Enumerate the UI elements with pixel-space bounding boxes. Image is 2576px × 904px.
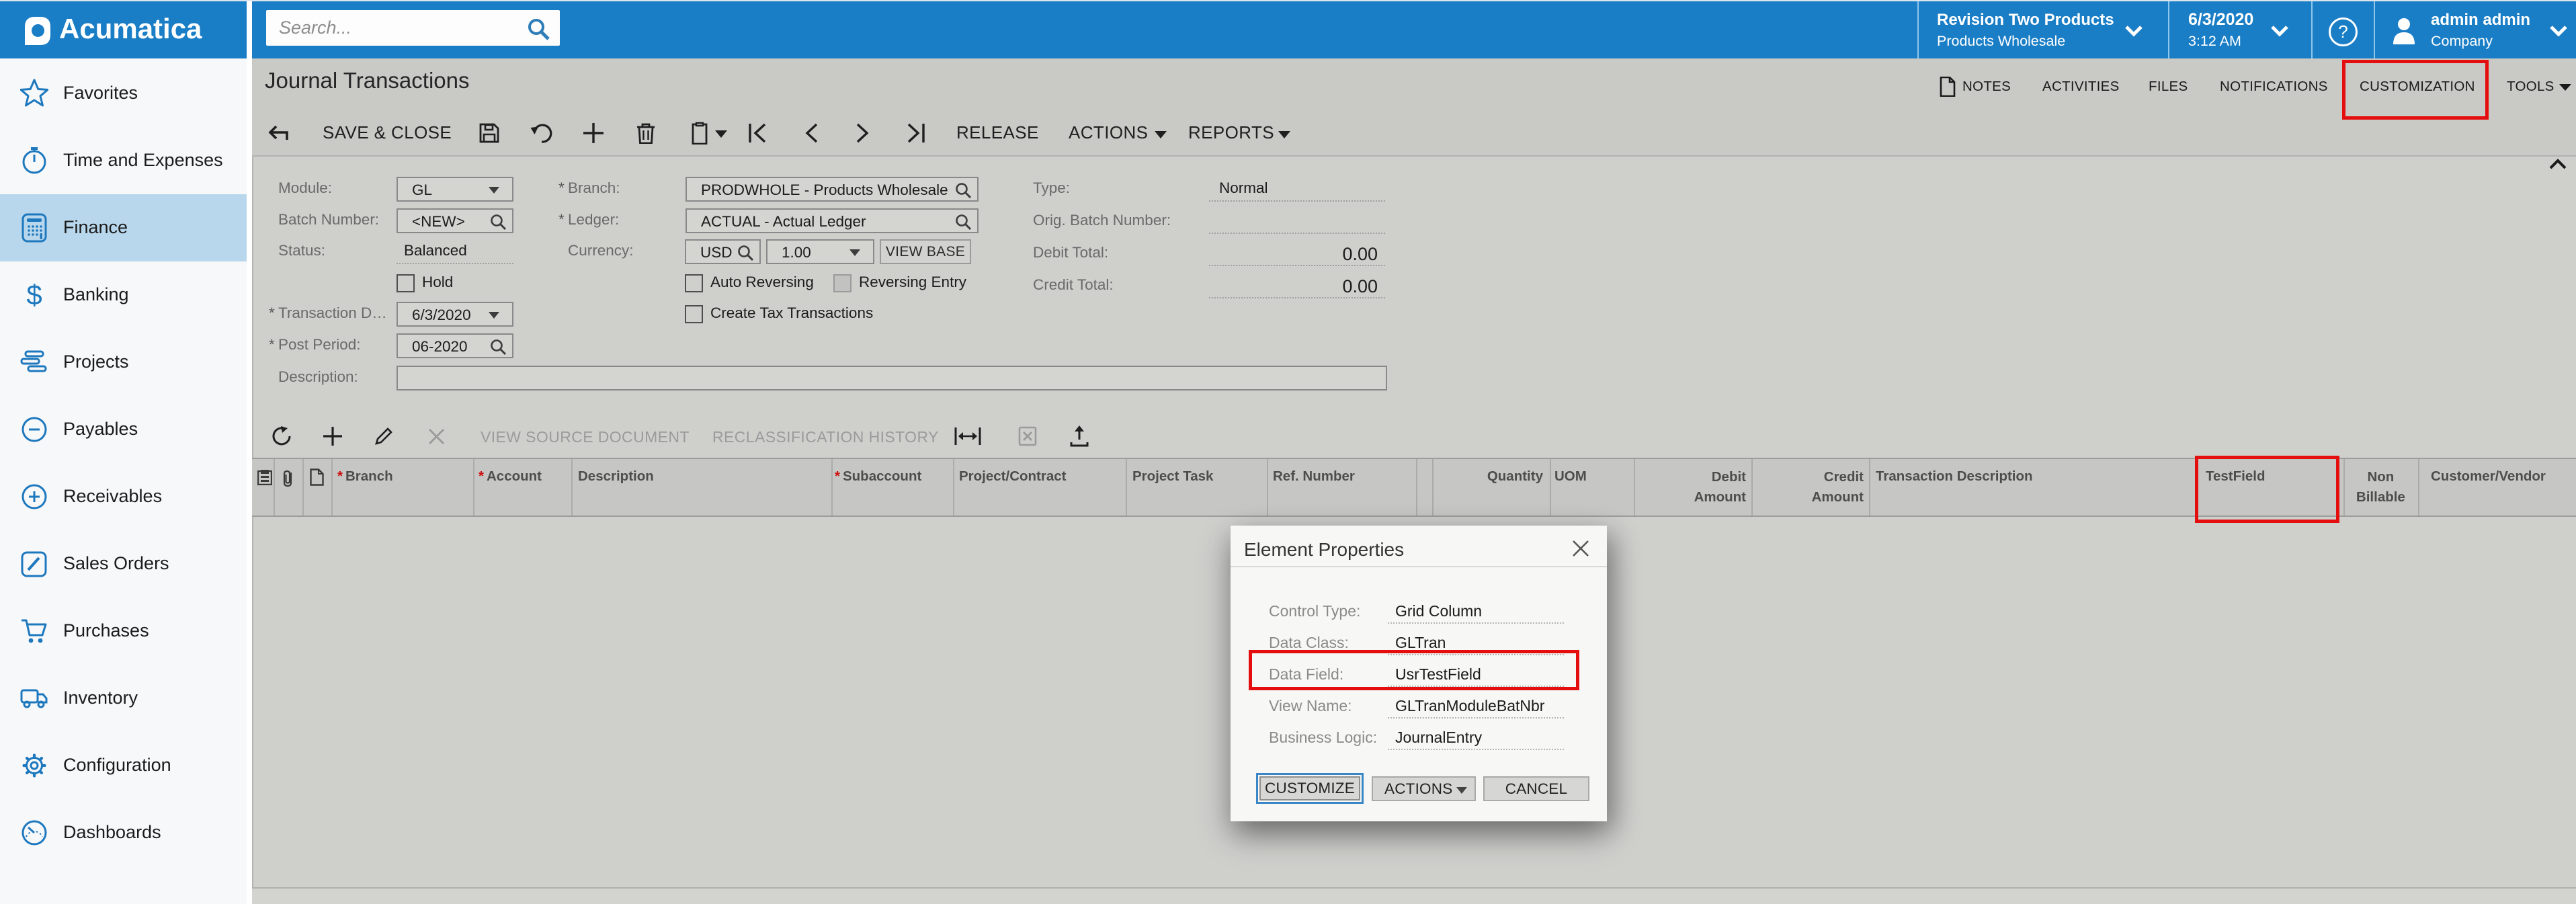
- svg-text:$: $: [26, 280, 42, 310]
- svg-text:?: ?: [2338, 22, 2348, 42]
